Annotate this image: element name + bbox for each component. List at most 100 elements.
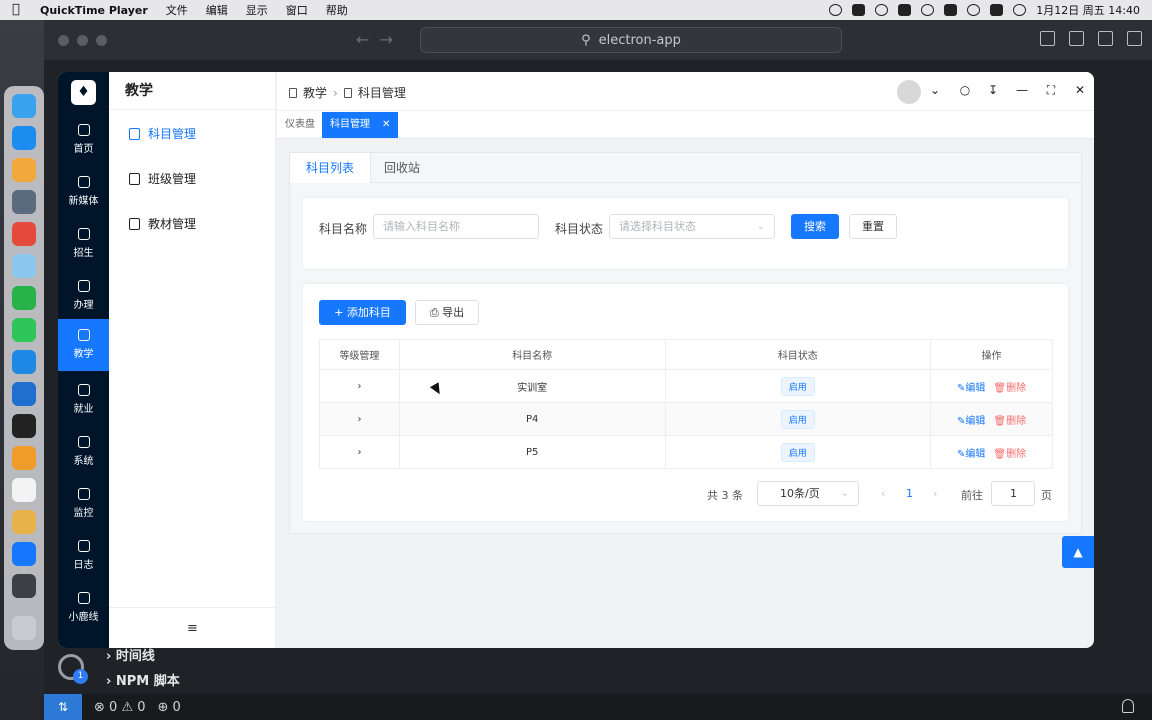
siri-icon[interactable] <box>1013 4 1027 16</box>
page-number-current[interactable]: 1 <box>906 487 913 500</box>
menu-view[interactable]: 显示 <box>246 2 268 18</box>
delete-button[interactable]: 🗑删除 <box>993 383 1026 394</box>
next-page-icon[interactable]: › <box>933 487 937 500</box>
delete-button[interactable]: 🗑删除 <box>993 416 1026 427</box>
tab-recycle-bin[interactable]: 回收站 <box>368 153 436 183</box>
deer-app-icon[interactable] <box>12 542 36 566</box>
add-subject-button[interactable]: + 添加科目 <box>319 300 406 325</box>
terminal-icon[interactable] <box>12 414 36 438</box>
rail-item-teaching[interactable]: 教学 <box>58 319 109 371</box>
launchpad-icon[interactable] <box>12 158 36 182</box>
ports-status[interactable]: ⊕ 0 <box>158 700 181 715</box>
electron-icon[interactable] <box>12 574 36 598</box>
spotlight-icon[interactable] <box>967 4 981 16</box>
prev-page-icon[interactable]: ‹ <box>881 487 885 500</box>
close-icon[interactable]: ✕ <box>1072 82 1088 98</box>
export-button[interactable]: ⎙ 导出 <box>415 300 479 325</box>
submenu-item-subjects[interactable]: 科目管理 <box>129 124 196 144</box>
nav-arrows-icon[interactable]: ← → <box>356 30 393 49</box>
wechat-icon[interactable] <box>12 318 36 342</box>
page-size-select[interactable]: 10条/页 ⌄ <box>757 481 859 506</box>
menu-file[interactable]: 文件 <box>166 2 188 18</box>
paint-app-icon[interactable] <box>12 510 36 534</box>
edit-button[interactable]: ✎编辑 <box>957 416 985 427</box>
reset-button[interactable]: 重置 <box>849 214 897 239</box>
subject-status-select[interactable]: 请选择科目状态 ⌄ <box>609 214 775 239</box>
safari-icon[interactable] <box>12 126 36 150</box>
menu-edit[interactable]: 编辑 <box>206 2 228 18</box>
close-tag-icon[interactable]: ✕ <box>382 119 390 130</box>
battery-icon[interactable] <box>944 4 958 16</box>
breadcrumb-item[interactable]: 科目管理 <box>358 84 406 101</box>
subject-name-input[interactable]: 请输入科目名称 <box>373 214 539 239</box>
rail-item-xiaoluxian[interactable]: 小鹿线 <box>58 582 109 634</box>
rail-item-monitor[interactable]: 监控 <box>58 478 109 530</box>
toggle-secondary-sidebar-icon[interactable] <box>1098 31 1113 46</box>
trash-icon[interactable] <box>12 616 36 640</box>
sublime-icon[interactable] <box>12 446 36 470</box>
table-row: › P4 启用 ✎编辑 🗑删除 <box>319 402 1053 436</box>
avatar[interactable] <box>897 80 921 104</box>
search-button[interactable]: 搜索 <box>791 214 839 239</box>
expand-row-icon[interactable]: › <box>319 435 400 469</box>
menubar-app-name[interactable]: QuickTime Player <box>40 4 148 17</box>
tag-subjects[interactable]: 科目管理 ✕ <box>322 112 399 138</box>
rail-item-new-media[interactable]: 新媒体 <box>58 166 109 218</box>
minimize-icon[interactable]: — <box>1014 82 1030 98</box>
tag-dashboard[interactable]: 仪表盘 <box>277 112 323 138</box>
minimize-window-button[interactable] <box>77 35 88 46</box>
trash-icon: 🗑 <box>993 448 1007 460</box>
command-center[interactable]: ⚲ electron-app <box>420 27 842 53</box>
goto-page-input[interactable]: 1 <box>991 481 1035 506</box>
edit-button[interactable]: ✎编辑 <box>957 383 985 394</box>
collapse-menu-button[interactable]: ≡ <box>109 607 276 648</box>
vscode-icon[interactable] <box>12 382 36 406</box>
message-icon[interactable]: ○ <box>957 82 973 98</box>
chrome-icon[interactable] <box>12 222 36 246</box>
delete-button[interactable]: 🗑删除 <box>993 449 1026 460</box>
errors-status[interactable]: ⊗ 0 ⚠ 0 <box>94 700 146 715</box>
menubar-datetime[interactable]: 1月12日 周五 14:40 <box>1036 2 1140 18</box>
expand-row-icon[interactable]: › <box>319 402 400 436</box>
finder-icon[interactable] <box>12 94 36 118</box>
tab-subject-list[interactable]: 科目列表 <box>290 153 372 183</box>
toggle-panel-icon[interactable] <box>1069 31 1084 46</box>
actions-cell: ✎编辑 🗑删除 <box>930 369 1053 403</box>
rail-item-home[interactable]: 首页 <box>58 114 109 166</box>
share-icon[interactable] <box>875 4 889 16</box>
download-icon[interactable]: ↧ <box>985 82 1001 98</box>
submenu-item-textbooks[interactable]: 教材管理 <box>129 214 196 234</box>
chevron-down-icon[interactable]: ⌄ <box>927 82 943 98</box>
toggle-sidebar-icon[interactable] <box>1040 31 1055 46</box>
rail-item-logs[interactable]: 日志 <box>58 530 109 582</box>
control-center-icon[interactable] <box>990 4 1004 16</box>
rail-item-enrollment[interactable]: 招生 <box>58 218 109 270</box>
edit-button[interactable]: ✎编辑 <box>957 449 985 460</box>
breadcrumb-item[interactable]: 教学 <box>303 84 327 101</box>
wifi-icon[interactable] <box>921 4 935 16</box>
timeline-section[interactable]: › 时间线 <box>106 648 180 673</box>
feishu-icon[interactable] <box>12 350 36 374</box>
rail-item-handle[interactable]: 办理 <box>58 270 109 322</box>
fullscreen-icon[interactable]: ⛶ <box>1043 82 1059 98</box>
record-icon[interactable] <box>829 4 843 16</box>
expand-row-icon[interactable]: › <box>319 369 400 403</box>
remote-icon[interactable]: ⇅ <box>44 694 82 720</box>
apple-icon[interactable]:  <box>12 3 26 17</box>
menu-window[interactable]: 窗口 <box>286 2 308 18</box>
hbuilder-icon[interactable] <box>12 286 36 310</box>
typora-icon[interactable] <box>12 478 36 502</box>
customize-layout-icon[interactable] <box>1127 31 1142 46</box>
menu-help[interactable]: 帮助 <box>326 2 348 18</box>
play-icon[interactable] <box>852 4 866 16</box>
system-app-icon[interactable] <box>12 190 36 214</box>
input-source-icon[interactable] <box>898 4 912 16</box>
submenu-item-classes[interactable]: 班级管理 <box>129 169 196 189</box>
close-window-button[interactable] <box>58 35 69 46</box>
cloud-app-icon[interactable] <box>12 254 36 278</box>
settings-drawer-button[interactable]: ▲ <box>1062 536 1094 568</box>
zoom-window-button[interactable] <box>96 35 107 46</box>
rail-item-system[interactable]: 系统 <box>58 426 109 478</box>
notifications-bell-icon[interactable] <box>1122 699 1134 713</box>
rail-item-employment[interactable]: 就业 <box>58 374 109 426</box>
